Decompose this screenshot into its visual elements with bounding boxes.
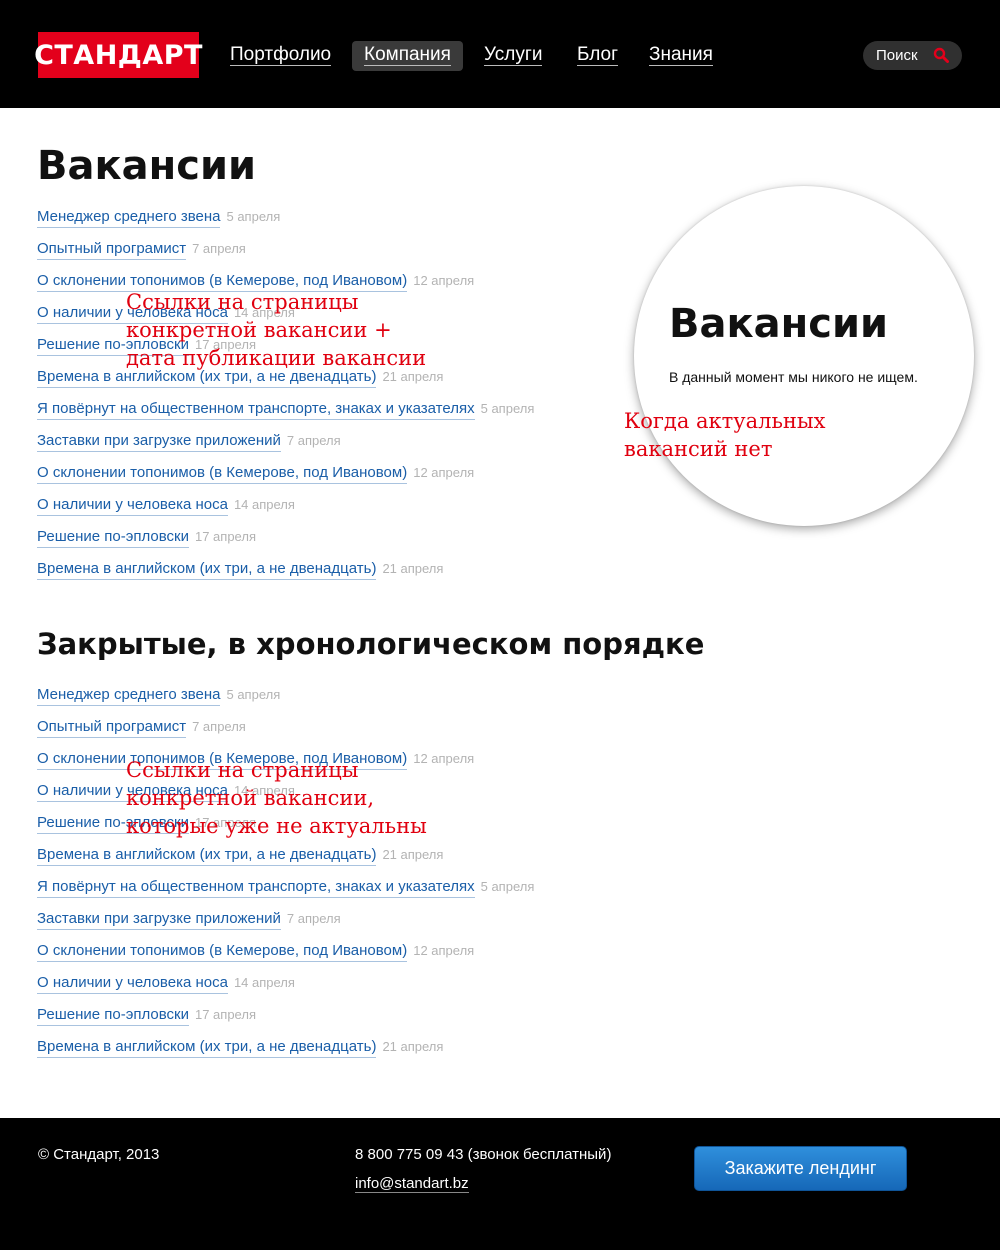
list-item: Времена в английском (их три, а не двена… (37, 559, 534, 591)
annotation-line: Когда актуальных (624, 409, 826, 433)
nav-item-knowledge[interactable]: Знания (649, 41, 713, 71)
annotation-line: которые уже не актуальны (126, 814, 427, 838)
vacancy-date: 7 апреля (286, 911, 341, 926)
list-item: О наличии у человека носа 14 апреля (37, 973, 534, 1005)
annotation-line: Ссылки на страницы (126, 758, 359, 782)
vacancy-date: 14 апреля (233, 975, 295, 990)
annotation-line: вакансий нет (624, 437, 773, 461)
vacancy-date: 12 апреля (413, 273, 475, 288)
vacancy-link[interactable]: Я повёрнут на общественном транспорте, з… (37, 878, 475, 898)
nav-item-company[interactable]: Компания (352, 41, 463, 71)
vacancy-date: 7 апреля (286, 433, 341, 448)
vacancy-link[interactable]: Заставки при загрузке приложений (37, 910, 281, 930)
vacancy-date: 17 апреля (194, 529, 256, 544)
annotation-line: Ссылки на страницы (126, 290, 359, 314)
email-link[interactable]: info@standart.bz (355, 1175, 469, 1193)
annotation-line: дата публикации вакансии (126, 346, 427, 370)
annotation-closed-links: Ссылки на страницы конкретной вакансии, … (126, 756, 427, 840)
vacancy-link[interactable]: О склонении топонимов (в Кемерове, под И… (37, 942, 408, 962)
open-vacancies-list: Менеджер среднего звена 5 апреля Опытный п… (37, 207, 534, 591)
site-header: СТАНДАРТ Портфолио Компания Услуги Блог … (0, 0, 1000, 108)
vacancy-date: 5 апреля (480, 401, 535, 416)
empty-state-text: В данный момент мы никого не ищем. (669, 369, 918, 385)
vacancy-date: 5 апреля (480, 879, 535, 894)
closed-section-title: Закрытые, в хронологическом порядке (37, 627, 705, 661)
vacancy-link[interactable]: Заставки при загрузке приложений (37, 432, 281, 452)
vacancy-date: 21 апреля (382, 1039, 444, 1054)
nav-item-label: Портфолио (230, 44, 332, 66)
nav-item-label: Знания (649, 44, 713, 66)
vacancy-link[interactable]: Опытный програмист (37, 718, 187, 738)
list-item: Времена в английском (их три, а не двена… (37, 1037, 534, 1069)
annotation-line: конкретной вакансии + (126, 318, 392, 342)
vacancy-link[interactable]: Я повёрнут на общественном транспорте, з… (37, 400, 475, 420)
page-title: Вакансии (37, 143, 257, 189)
list-item: Менеджер среднего звена 5 апреля (37, 207, 534, 239)
search-icon (933, 47, 949, 63)
vacancy-date: 12 апреля (413, 943, 475, 958)
nav-item-label: Блог (577, 44, 619, 66)
list-item: Опытный програмист 7 апреля (37, 717, 534, 749)
nav-item-label: Услуги (484, 44, 543, 66)
vacancy-link[interactable]: Времена в английском (их три, а не двена… (37, 1038, 377, 1058)
list-item: Заставки при загрузке приложений 7 апреля (37, 909, 534, 941)
closed-vacancies-list: Менеджер среднего звена 5 апреля Опытный п… (37, 685, 534, 1069)
annotation-empty-state: Когда актуальных вакансий нет (624, 407, 826, 463)
search-label: Поиск (876, 47, 918, 64)
list-item: Я повёрнут на общественном транспорте, з… (37, 399, 534, 431)
vacancy-link[interactable]: Решение по-эпловски (37, 1006, 189, 1026)
nav-item-services[interactable]: Услуги (484, 41, 543, 71)
vacancy-link[interactable]: Опытный програмист (37, 240, 187, 260)
vacancy-date: 17 апреля (194, 1007, 256, 1022)
vacancy-link[interactable]: Времена в английском (их три, а не двена… (37, 846, 377, 866)
vacancy-link[interactable]: О склонении топонимов (в Кемерове, под И… (37, 464, 408, 484)
vacancy-date: 7 апреля (192, 241, 246, 256)
list-item: О склонении топонимов (в Кемерове, под И… (37, 463, 534, 495)
phone-number: 8 800 775 09 43 (звонок бесплатный) (355, 1146, 612, 1163)
vacancy-date: 21 апреля (382, 847, 444, 862)
vacancy-date: 12 апреля (413, 465, 475, 480)
order-landing-button[interactable]: Закажите лендинг (694, 1146, 907, 1191)
vacancy-date: 5 апреля (226, 687, 281, 702)
nav-item-label: Компания (364, 44, 451, 66)
list-item: Решение по-эпловски 17 апреля (37, 527, 534, 559)
vacancy-link[interactable]: О наличии у человека носа (37, 496, 228, 516)
vacancy-link[interactable]: О наличии у человека носа (37, 974, 228, 994)
list-item: О склонении топонимов (в Кемерове, под И… (37, 941, 534, 973)
list-item: Опытный програмист 7 апреля (37, 239, 534, 271)
nav-item-blog[interactable]: Блог (577, 41, 619, 71)
vacancy-date: 7 апреля (192, 719, 246, 734)
copyright: © Стандарт, 2013 (38, 1146, 160, 1163)
vacancy-link[interactable]: Менеджер среднего звена (37, 686, 221, 706)
annotation-open-links: Ссылки на страницы конкретной вакансии +… (126, 288, 426, 372)
nav-item-portfolio[interactable]: Портфолио (230, 41, 332, 71)
empty-state-title: Вакансии (669, 301, 889, 347)
site-footer: © Стандарт, 2013 8 800 775 09 43 (звонок… (0, 1118, 1000, 1250)
list-item: Я повёрнут на общественном транспорте, з… (37, 877, 534, 909)
search-button[interactable]: Поиск (863, 41, 962, 70)
list-item: Решение по-эпловски 17 апреля (37, 1005, 534, 1037)
list-item: Менеджер среднего звена 5 апреля (37, 685, 534, 717)
list-item: Заставки при загрузке приложений 7 апреля (37, 431, 534, 463)
vacancy-link[interactable]: Времена в английском (их три, а не двена… (37, 560, 377, 580)
list-item: О наличии у человека носа 14 апреля (37, 495, 534, 527)
vacancy-date: 5 апреля (226, 209, 281, 224)
list-item: Времена в английском (их три, а не двена… (37, 845, 534, 877)
vacancy-link[interactable]: Менеджер среднего звена (37, 208, 221, 228)
annotation-line: конкретной вакансии, (126, 786, 375, 810)
logo[interactable]: СТАНДАРТ (34, 32, 202, 78)
vacancy-date: 14 апреля (233, 497, 295, 512)
vacancy-date: 21 апреля (382, 561, 444, 576)
empty-state-preview: Вакансии В данный момент мы никого не ищ… (634, 186, 974, 526)
vacancy-link[interactable]: Решение по-эпловски (37, 528, 189, 548)
